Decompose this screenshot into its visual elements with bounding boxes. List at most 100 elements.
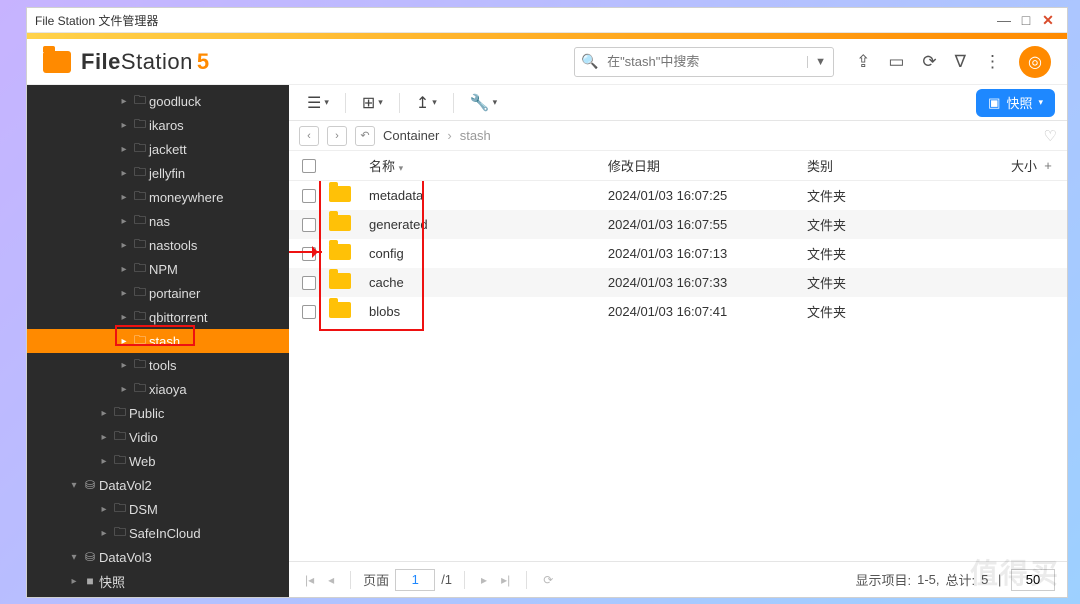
sidebar-item-label: goodluck [149, 94, 201, 109]
sidebar-item-safeincloud[interactable]: ▸🗀SafeInCloud [27, 521, 289, 545]
file-date: 2024/01/03 16:07:55 [608, 217, 807, 232]
page-refresh[interactable]: ⟳ [539, 573, 557, 587]
refresh-icon[interactable]: ⟳ [922, 52, 936, 72]
table-row[interactable]: generated2024/01/03 16:07:55文件夹 [289, 210, 1067, 239]
main-panel: ☰▾ ⊞▾ ↥▾ 🔧▾ ▣ 快照 ▾ ‹ › ↶ Container › [289, 85, 1067, 597]
favorite-icon[interactable]: ♡ [1044, 127, 1057, 145]
upload-button[interactable]: ↥▾ [410, 89, 443, 117]
close-button[interactable]: ✕ [1037, 12, 1059, 29]
perpage-input[interactable] [1011, 569, 1055, 591]
nav-back-button[interactable]: ‹ [299, 126, 319, 146]
remote-icon[interactable]: ▭ [888, 52, 904, 72]
upload-icon[interactable]: ⇪ [856, 52, 870, 72]
sidebar-item-moneywhere[interactable]: ▸🗀moneywhere [27, 185, 289, 209]
col-name[interactable]: 名称 ▾ [369, 156, 608, 175]
search-dropdown[interactable]: ▼ [807, 56, 833, 68]
select-all-checkbox[interactable] [302, 159, 316, 173]
sidebar-item-label: NPM [149, 262, 178, 277]
minimize-button[interactable]: — [993, 12, 1015, 28]
col-type[interactable]: 类别 [807, 156, 967, 175]
sidebar-item-public[interactable]: ▸🗀Public [27, 401, 289, 425]
folder-icon: 🗀 [111, 523, 129, 544]
sidebar-item-xiaoya[interactable]: ▸🗀xiaoya [27, 377, 289, 401]
maximize-button[interactable]: □ [1015, 12, 1037, 28]
sidebar-item-web[interactable]: ▸🗀Web [27, 449, 289, 473]
view-mode-button[interactable]: ☰▾ [301, 89, 335, 117]
sidebar-item-jellyfin[interactable]: ▸🗀jellyfin [27, 161, 289, 185]
file-date: 2024/01/03 16:07:25 [608, 188, 807, 203]
titlebar: File Station 文件管理器 — □ ✕ [27, 8, 1067, 33]
file-name: blobs [369, 304, 608, 319]
sidebar-item-qbittorrent[interactable]: ▸🗀qbittorrent [27, 305, 289, 329]
page-last[interactable]: ▸| [497, 573, 514, 587]
row-checkbox[interactable] [302, 276, 316, 290]
header-icons: ⇪ ▭ ⟳ ∇ ⋮ ◎ [856, 46, 1051, 78]
sidebar-item-goodluck[interactable]: ▸🗀goodluck [27, 89, 289, 113]
sidebar-item-label: ikaros [149, 118, 184, 133]
sidebar-item-nastools[interactable]: ▸🗀nastools [27, 233, 289, 257]
sidebar-item-portainer[interactable]: ▸🗀portainer [27, 281, 289, 305]
table-row[interactable]: metadata2024/01/03 16:07:25文件夹 [289, 181, 1067, 210]
file-date: 2024/01/03 16:07:33 [608, 275, 807, 290]
breadcrumb-current[interactable]: stash [460, 128, 491, 143]
folder-icon [329, 186, 351, 202]
new-folder-button[interactable]: ⊞▾ [356, 89, 389, 117]
row-checkbox[interactable] [302, 305, 316, 319]
folder-icon: 🗀 [131, 91, 149, 112]
folder-icon [329, 215, 351, 231]
file-type: 文件夹 [807, 186, 967, 205]
sidebar-item-tools[interactable]: ▸🗀tools [27, 353, 289, 377]
row-checkbox[interactable] [302, 189, 316, 203]
row-checkbox[interactable] [302, 218, 316, 232]
table-row[interactable]: config2024/01/03 16:07:13文件夹 [289, 239, 1067, 268]
nav-up-button[interactable]: ↶ [355, 126, 375, 146]
folder-icon: 🗀 [111, 427, 129, 448]
more-icon[interactable]: ⋮ [984, 52, 1001, 72]
sidebar-item-ikaros[interactable]: ▸🗀ikaros [27, 113, 289, 137]
page-prev[interactable]: ◂ [324, 573, 338, 587]
app-logo-text: FileStation5 [81, 49, 210, 75]
search-box[interactable]: 🔍 ▼ [574, 47, 834, 77]
col-date[interactable]: 修改日期 [608, 156, 807, 175]
sidebar-item-label: Public [129, 406, 164, 421]
sidebar-item-label: moneywhere [149, 190, 223, 205]
breadcrumb-root[interactable]: Container [383, 128, 439, 143]
file-type: 文件夹 [807, 215, 967, 234]
table-row[interactable]: blobs2024/01/03 16:07:41文件夹 [289, 297, 1067, 326]
sidebar-item-label: jackett [149, 142, 187, 157]
sidebar-item-label: nas [149, 214, 170, 229]
app-window: File Station 文件管理器 — □ ✕ FileStation5 🔍 … [26, 7, 1068, 598]
snapshot-root[interactable]: ▸■快照 [27, 569, 289, 593]
page-next[interactable]: ▸ [477, 573, 491, 587]
nav-forward-button[interactable]: › [327, 126, 347, 146]
tools-button[interactable]: 🔧▾ [464, 89, 503, 117]
row-checkbox[interactable] [302, 247, 316, 261]
settings-round-icon[interactable]: ◎ [1019, 46, 1051, 78]
folder-icon [329, 273, 351, 289]
snapshot-button[interactable]: ▣ 快照 ▾ [976, 89, 1055, 117]
sidebar-item-vidio[interactable]: ▸🗀Vidio [27, 425, 289, 449]
folder-icon: 🗀 [131, 211, 149, 232]
col-size[interactable]: 大小 [967, 156, 1037, 175]
sidebar-item-nas[interactable]: ▸🗀nas [27, 209, 289, 233]
volume-datavol3[interactable]: ▾⛁DataVol3 [27, 545, 289, 569]
file-date: 2024/01/03 16:07:13 [608, 246, 807, 261]
sidebar-item-dsm[interactable]: ▸🗀DSM [27, 497, 289, 521]
sidebar-item-stash[interactable]: ▸🗀stash [27, 329, 289, 353]
file-type: 文件夹 [807, 302, 967, 321]
folder-icon: 🗀 [131, 379, 149, 400]
sidebar-item-label: Vidio [129, 430, 158, 445]
breadcrumb-bar: ‹ › ↶ Container › stash ♡ [289, 121, 1067, 151]
add-column-button[interactable]: + [1037, 158, 1059, 173]
filter-icon[interactable]: ∇ [955, 52, 966, 72]
volume-datavol2[interactable]: ▾⛁DataVol2 [27, 473, 289, 497]
folder-icon: 🗀 [111, 403, 129, 424]
page-input[interactable] [395, 569, 435, 591]
table-row[interactable]: cache2024/01/03 16:07:33文件夹 [289, 268, 1067, 297]
search-input[interactable] [605, 53, 807, 70]
sidebar-item-label: jellyfin [149, 166, 185, 181]
sidebar-item-jackett[interactable]: ▸🗀jackett [27, 137, 289, 161]
sidebar-item-label: stash [149, 334, 180, 349]
page-first[interactable]: |◂ [301, 573, 318, 587]
sidebar-item-npm[interactable]: ▸🗀NPM [27, 257, 289, 281]
